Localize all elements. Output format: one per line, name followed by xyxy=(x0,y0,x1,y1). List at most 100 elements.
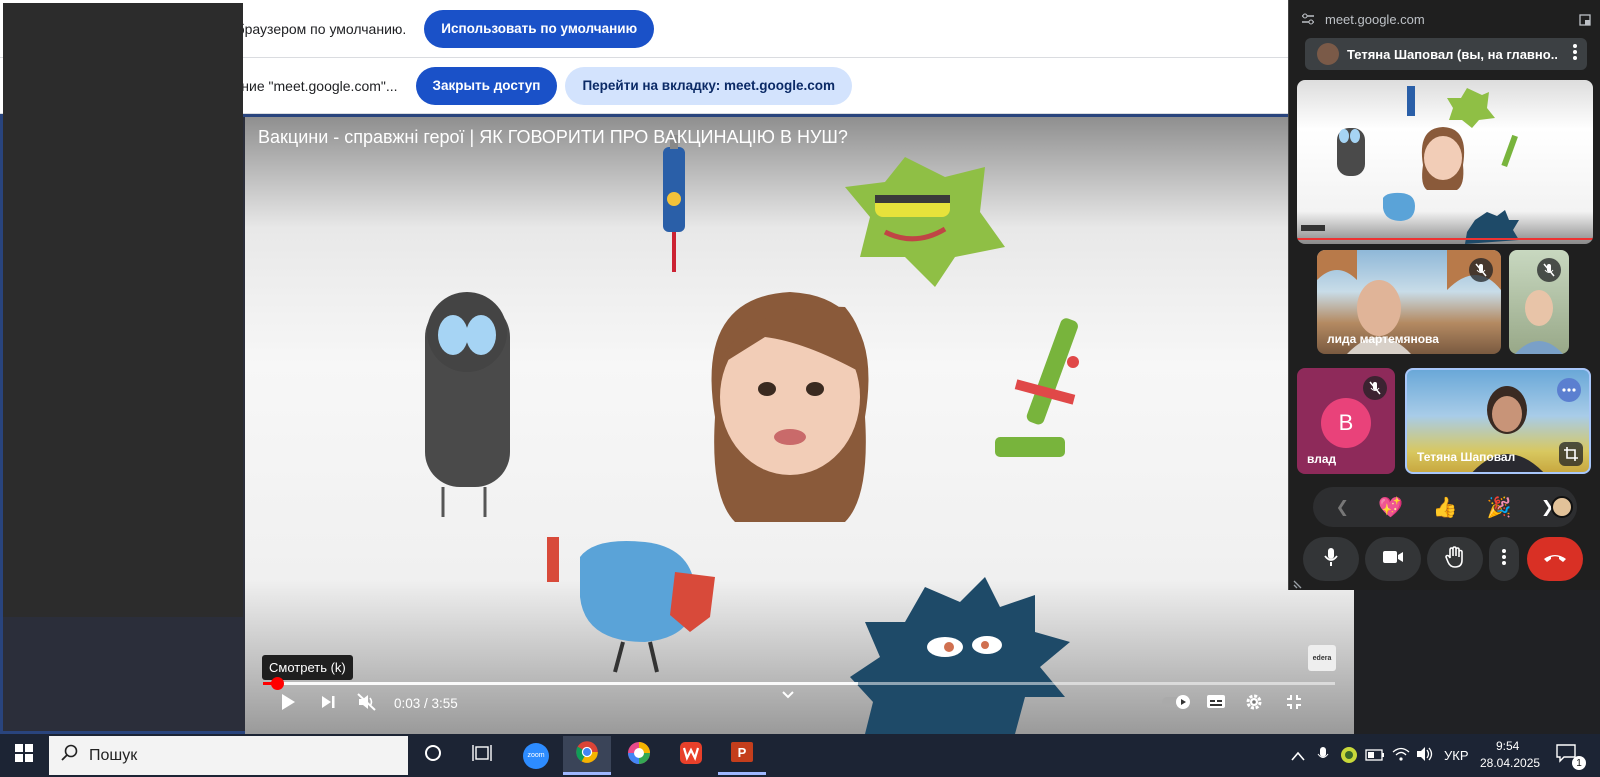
search-placeholder: Пошук xyxy=(89,746,138,764)
next-button[interactable] xyxy=(313,690,343,718)
photos-pinwheel-icon xyxy=(627,741,651,770)
autoplay-icon xyxy=(1161,694,1193,715)
presenter-name: Тетяна Шаповал (вы, на главно... xyxy=(1347,46,1557,62)
skip-next-icon xyxy=(320,694,336,715)
search-icon xyxy=(61,744,79,767)
syringe-character xyxy=(663,135,685,272)
skin-tone-selector[interactable] xyxy=(1551,496,1573,518)
presenter-avatar xyxy=(1317,43,1339,65)
exit-fullscreen-icon xyxy=(1286,694,1302,715)
mic-off-indicator xyxy=(1363,376,1387,400)
participant-tile-2[interactable] xyxy=(1509,250,1569,354)
zoom-icon: zoom xyxy=(523,742,549,769)
start-button[interactable] xyxy=(0,736,48,775)
microphone-icon xyxy=(1324,547,1338,572)
participant-initial-avatar: В xyxy=(1321,398,1371,448)
dark-virus-character xyxy=(850,577,1070,734)
chevron-left-icon[interactable]: ❮ xyxy=(1336,497,1349,517)
progress-buffered xyxy=(263,682,858,685)
mic-button[interactable] xyxy=(1303,537,1359,581)
shared-screen-preview[interactable] xyxy=(1297,80,1593,244)
wifi-icon[interactable] xyxy=(1392,746,1410,767)
blue-shield-character xyxy=(547,537,715,673)
green-virus-character xyxy=(845,157,1005,287)
participant-tile-4[interactable]: Тетяна Шаповал xyxy=(1405,368,1591,474)
channel-logo[interactable]: edera xyxy=(1308,645,1336,671)
chrome-icon xyxy=(575,740,599,769)
notification-count: 1 xyxy=(1572,756,1586,770)
preview-frame xyxy=(1297,86,1593,244)
reactions-bar: ❮ 💖 👍 🎉 ❯ xyxy=(1313,487,1577,527)
chevron-down-icon xyxy=(782,686,794,704)
raise-hand-button[interactable] xyxy=(1427,537,1483,581)
time-display: 0:03 / 3:55 xyxy=(394,696,458,711)
participant-tile-3[interactable]: В влад xyxy=(1297,368,1395,474)
volume-icon[interactable] xyxy=(1416,746,1434,767)
taskbar-search[interactable]: Пошук xyxy=(49,736,408,775)
svg-text:P: P xyxy=(738,745,747,760)
zoom-app[interactable]: zoom xyxy=(512,736,560,775)
chapter-expand-button[interactable] xyxy=(776,685,800,705)
mic-off-indicator xyxy=(1537,258,1561,282)
clock-date[interactable]: 28.04.2025 xyxy=(1480,756,1540,770)
hang-up-icon xyxy=(1543,550,1567,568)
app-tray-icon[interactable] xyxy=(1340,746,1358,769)
site-settings-icon[interactable] xyxy=(1301,12,1315,31)
video-camera-icon xyxy=(1382,550,1404,569)
reaction-thumbs-up[interactable]: 👍 xyxy=(1433,495,1458,520)
meet-url: meet.google.com xyxy=(1325,12,1425,27)
input-language[interactable]: УКР xyxy=(1444,748,1469,763)
volume-muted-icon xyxy=(357,692,377,716)
stop-sharing-button[interactable]: Закрыть доступ xyxy=(415,66,558,105)
subtitles-button[interactable] xyxy=(1201,690,1231,718)
windows-logo-icon xyxy=(15,744,33,767)
fullscreen-button[interactable] xyxy=(1279,690,1309,718)
youtube-player[interactable]: Вакцини - справжні герої | ЯК ГОВОРИТИ П… xyxy=(245,117,1354,734)
reaction-heart[interactable]: 💖 xyxy=(1378,495,1403,520)
video-title[interactable]: Вакцини - справжні герої | ЯК ГОВОРИТИ П… xyxy=(258,127,848,148)
task-view-icon xyxy=(472,744,492,767)
clock-time[interactable]: 9:54 xyxy=(1496,739,1519,753)
participant-name-3: влад xyxy=(1307,452,1337,466)
more-options-button[interactable] xyxy=(1489,537,1519,581)
resize-handle-icon[interactable] xyxy=(1293,576,1305,594)
set-default-button[interactable]: Использовать по умолчанию xyxy=(424,9,655,48)
mute-button[interactable] xyxy=(351,690,383,718)
participant-tile-1[interactable]: лида мартемянова xyxy=(1317,250,1501,354)
task-view-button[interactable] xyxy=(458,736,506,775)
photos-app[interactable] xyxy=(615,736,663,775)
subtitles-icon xyxy=(1206,694,1226,714)
cortana-button[interactable] xyxy=(409,736,457,775)
participant-name-1: лида мартемянова xyxy=(1327,332,1439,346)
mic-off-indicator xyxy=(1469,258,1493,282)
more-vert-icon[interactable] xyxy=(1573,43,1577,65)
progress-scrubber[interactable] xyxy=(270,677,284,690)
dark-figure-character xyxy=(425,292,510,517)
end-call-button[interactable] xyxy=(1527,537,1583,581)
chevron-up-icon[interactable] xyxy=(1291,748,1305,766)
left-margin xyxy=(3,3,243,617)
video-frame xyxy=(425,135,1079,734)
crop-button[interactable] xyxy=(1559,442,1583,466)
chrome-app[interactable] xyxy=(563,736,611,775)
windows-taskbar: Пошук zoom P УКР 9:54 28.04.2025 1 xyxy=(0,734,1600,777)
powerpoint-icon: P xyxy=(730,740,754,769)
battery-icon[interactable] xyxy=(1365,748,1385,766)
switch-to-tab-button[interactable]: Перейти на вкладку: meet.google.com xyxy=(565,66,853,105)
microscope-character xyxy=(995,318,1079,457)
more-vert-icon xyxy=(1502,548,1506,570)
reaction-party[interactable]: 🎉 xyxy=(1487,495,1512,520)
hand-icon xyxy=(1445,545,1465,573)
settings-button[interactable] xyxy=(1239,690,1269,718)
autoplay-toggle[interactable] xyxy=(1160,690,1194,718)
play-button[interactable] xyxy=(273,690,303,718)
wps-office-app[interactable] xyxy=(667,736,715,775)
cortana-circle-icon xyxy=(424,744,442,767)
presenter-bar[interactable]: Тетяна Шаповал (вы, на главно... xyxy=(1305,38,1587,70)
back-to-tab-icon[interactable] xyxy=(1579,13,1591,31)
powerpoint-app[interactable]: P xyxy=(718,736,766,775)
more-options-button[interactable] xyxy=(1557,378,1581,402)
gear-icon xyxy=(1245,693,1263,716)
microphone-tray-icon[interactable] xyxy=(1317,746,1329,769)
camera-button[interactable] xyxy=(1365,537,1421,581)
